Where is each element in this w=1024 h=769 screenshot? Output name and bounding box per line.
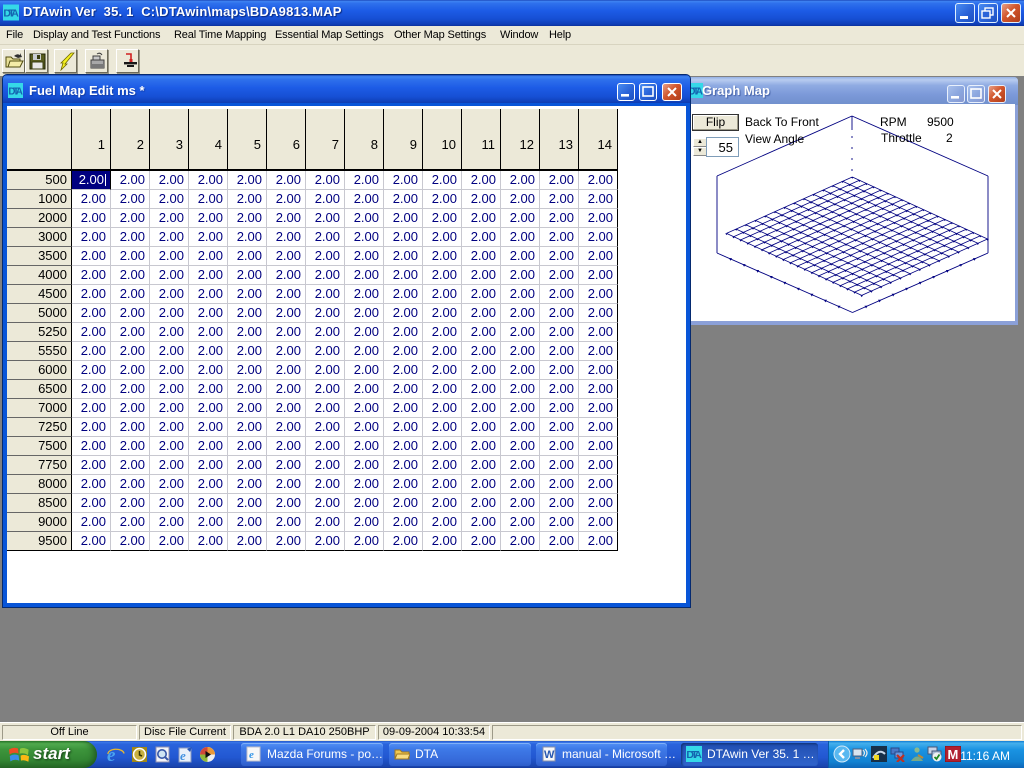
svg-text:e: e [180,748,186,763]
svg-text:W: W [544,749,555,761]
svg-text:e: e [249,749,254,761]
svg-text:DTA: DTA [686,749,702,761]
svg-text:M: M [948,747,959,762]
svg-text:DTA: DTA [688,86,702,97]
svg-text:DTA: DTA [8,86,22,97]
svg-text:DTA: DTA [3,8,19,20]
